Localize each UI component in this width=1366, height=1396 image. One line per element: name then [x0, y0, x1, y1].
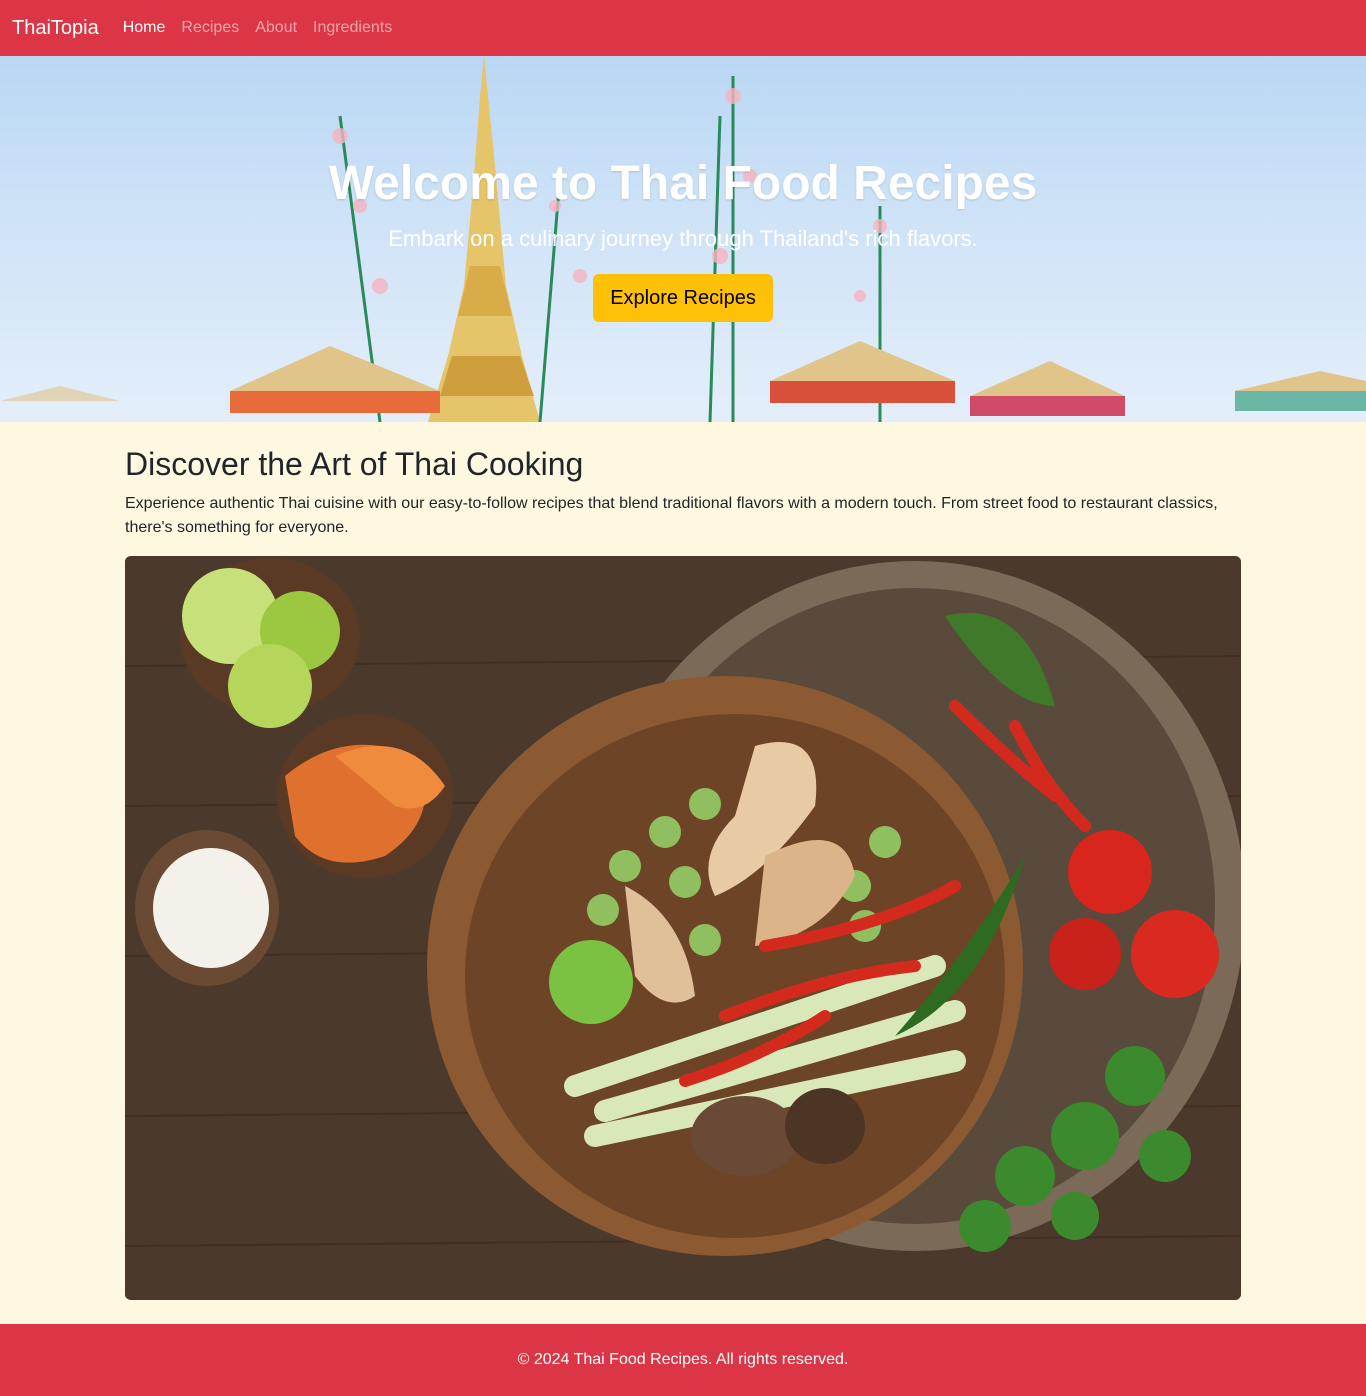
thai-ingredients-image	[125, 556, 1241, 1300]
section-description: Experience authentic Thai cuisine with o…	[125, 495, 1218, 536]
nav-link-recipes[interactable]: Recipes	[181, 19, 239, 37]
nav-link-about[interactable]: About	[255, 19, 297, 37]
parasol-shapes	[0, 341, 1366, 416]
footer-copyright: © 2024 Thai Food Recipes. All rights res…	[517, 1351, 849, 1368]
section-heading: Discover the Art of Thai Cooking	[125, 446, 584, 482]
hero-banner: Welcome to Thai Food Recipes Embark on a…	[0, 56, 1366, 422]
nav-link-ingredients[interactable]: Ingredients	[313, 19, 392, 37]
footer: © 2024 Thai Food Recipes. All rights res…	[0, 1324, 1366, 1396]
nav-link-home[interactable]: Home	[123, 19, 166, 37]
brand-logo[interactable]: ThaiTopia	[12, 17, 99, 40]
navbar: ThaiTopia Home Recipes About Ingredients	[0, 0, 1366, 56]
hero-title: Welcome to Thai Food Recipes	[328, 157, 1038, 210]
hero-subtitle: Embark on a culinary journey through Tha…	[388, 226, 978, 251]
explore-recipes-button[interactable]: Explore Recipes	[593, 274, 773, 322]
